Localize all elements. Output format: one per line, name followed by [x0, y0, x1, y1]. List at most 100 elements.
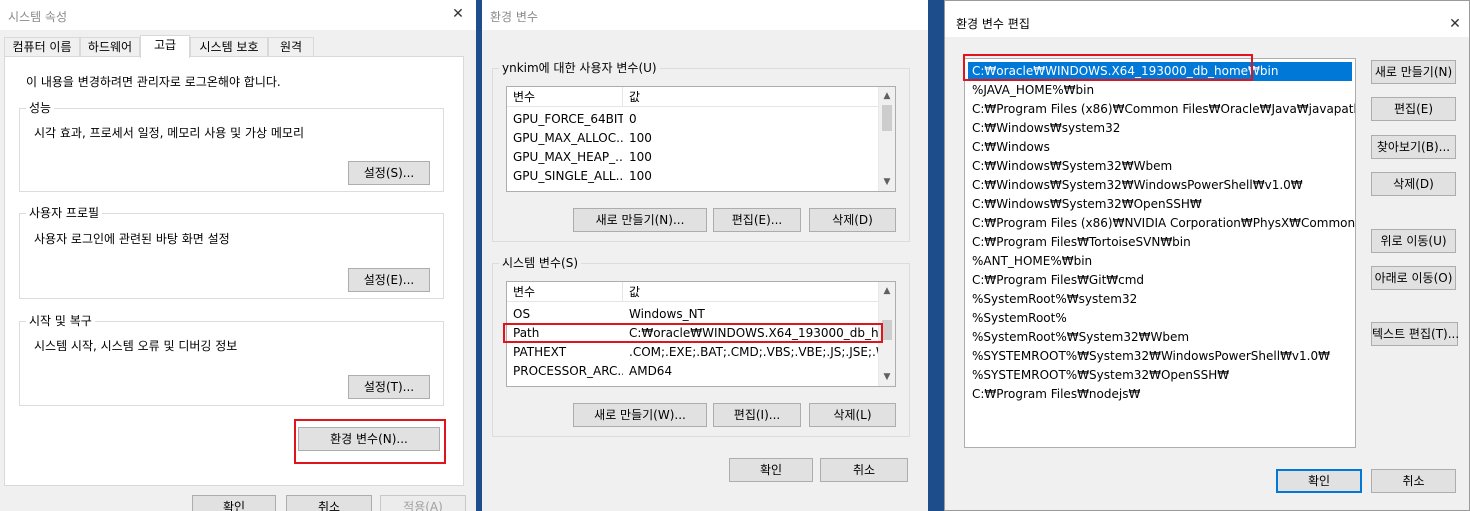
- edit-path-button[interactable]: 편집(E): [1371, 97, 1456, 121]
- list-item[interactable]: C:₩Program Files₩TortoiseSVN₩bin: [968, 233, 1352, 252]
- variable-value: 100: [629, 169, 652, 183]
- tab-hardware[interactable]: 하드웨어: [80, 37, 140, 57]
- system-variables-table: 변수 값 OS Windows_NT Path C:₩oracle₩WINDOW…: [506, 281, 896, 387]
- variable-name: OS: [513, 307, 531, 321]
- system-edit-button[interactable]: 편집(I)...: [713, 403, 801, 427]
- path-list: C:₩oracle₩WINDOWS.X64_193000_db_home₩bin…: [964, 58, 1356, 448]
- performance-desc: 시각 효과, 프로세서 일정, 메모리 사용 및 가상 메모리: [34, 126, 304, 140]
- list-item[interactable]: %SystemRoot%: [968, 309, 1352, 328]
- user-delete-button[interactable]: 삭제(D): [809, 208, 896, 232]
- table-row[interactable]: PATHEXT .COM;.EXE;.BAT;.CMD;.VBS;.VBE;.J…: [507, 343, 879, 362]
- list-item[interactable]: C:₩Windows₩system32: [968, 119, 1352, 138]
- ok-button[interactable]: 확인: [729, 458, 813, 482]
- list-item[interactable]: C:₩Windows₩System32₩OpenSSH₩: [968, 195, 1352, 214]
- window-title: 시스템 속성: [8, 10, 68, 24]
- variable-value: 100: [629, 131, 652, 145]
- list-item[interactable]: C:₩Windows: [968, 138, 1352, 157]
- variable-name: GPU_SINGLE_ALL...: [513, 169, 623, 183]
- list-item[interactable]: %SystemRoot%₩system32: [968, 290, 1352, 309]
- ok-button[interactable]: 확인: [192, 495, 276, 511]
- table-row[interactable]: GPU_FORCE_64BIT... 0: [507, 110, 879, 129]
- scroll-down-icon[interactable]: ▼: [879, 369, 895, 385]
- vertical-scrollbar[interactable]: ▲ ▼: [878, 282, 895, 386]
- list-item[interactable]: C:₩oracle₩WINDOWS.X64_193000_db_home₩bin: [968, 62, 1352, 81]
- vertical-scrollbar[interactable]: ▲ ▼: [878, 87, 895, 191]
- user-profile-settings-button[interactable]: 설정(E)...: [348, 268, 430, 292]
- tab-computer-name[interactable]: 컴퓨터 이름: [4, 37, 80, 57]
- system-variables-label: 시스템 변수(S): [499, 256, 581, 270]
- edit-text-button[interactable]: 텍스트 편집(T)...: [1371, 322, 1459, 346]
- variable-name: GPU_FORCE_64BIT...: [513, 112, 623, 126]
- user-variables-label: ynkim에 대한 사용자 변수(U): [499, 61, 660, 75]
- system-new-button[interactable]: 새로 만들기(W)...: [573, 403, 707, 427]
- window-title: 환경 변수: [490, 10, 538, 24]
- table-header: 변수 값: [507, 87, 879, 107]
- performance-label: 성능: [26, 101, 55, 115]
- table-row[interactable]: GPU_MAX_ALLOC... 100: [507, 129, 879, 148]
- close-icon[interactable]: ✕: [448, 4, 468, 24]
- scroll-thumb[interactable]: [882, 105, 892, 131]
- startup-recovery-desc: 시스템 시작, 시스템 오류 및 디버깅 정보: [34, 339, 238, 353]
- user-variables-table: 변수 값 GPU_FORCE_64BIT... 0 GPU_MAX_ALLOC.…: [506, 86, 896, 192]
- list-item[interactable]: C:₩Program Files (x86)₩Common Files₩Orac…: [968, 100, 1355, 119]
- user-new-button[interactable]: 새로 만들기(N)...: [573, 208, 707, 232]
- variable-name: PROCESSOR_ARC...: [513, 364, 623, 378]
- move-down-button[interactable]: 아래로 이동(O): [1371, 266, 1456, 290]
- title-bar: 시스템 속성 ✕: [0, 0, 476, 30]
- list-item[interactable]: C:₩Program Files₩Git₩cmd: [968, 271, 1352, 290]
- list-item[interactable]: C:₩Program Files (x86)₩NVIDIA Corporatio…: [968, 214, 1355, 233]
- column-header-value[interactable]: 값: [623, 282, 879, 302]
- column-header-variable[interactable]: 변수: [507, 282, 623, 302]
- tab-remote[interactable]: 원격: [268, 37, 314, 57]
- cancel-button[interactable]: 취소: [820, 458, 908, 482]
- table-header: 변수 값: [507, 282, 879, 302]
- list-item[interactable]: %SYSTEMROOT%₩System32₩OpenSSH₩: [968, 366, 1352, 385]
- user-profile-group: 사용자 프로필 사용자 로그인에 관련된 바탕 화면 설정 설정(E)...: [19, 206, 444, 299]
- list-item[interactable]: %SYSTEMROOT%₩System32₩WindowsPowerShell₩…: [968, 347, 1352, 366]
- startup-recovery-label: 시작 및 복구: [26, 314, 95, 328]
- window-title: 환경 변수 편집: [956, 17, 1030, 31]
- new-path-button[interactable]: 새로 만들기(N): [1371, 60, 1456, 84]
- list-item[interactable]: %JAVA_HOME%₩bin: [968, 81, 1352, 100]
- environment-variables-button[interactable]: 환경 변수(N)...: [298, 427, 440, 451]
- variable-name: GPU_MAX_HEAP_...: [513, 150, 623, 164]
- column-header-value[interactable]: 값: [623, 87, 879, 107]
- ok-button[interactable]: 확인: [1276, 469, 1362, 493]
- performance-settings-button[interactable]: 설정(S)...: [348, 161, 430, 185]
- scroll-up-icon[interactable]: ▲: [879, 88, 895, 104]
- admin-note: 이 내용을 변경하려면 관리자로 로그온해야 합니다.: [26, 75, 281, 89]
- scroll-up-icon[interactable]: ▲: [879, 283, 895, 299]
- move-up-button[interactable]: 위로 이동(U): [1371, 229, 1456, 253]
- variable-value: .COM;.EXE;.BAT;.CMD;.VBS;.VBE;.JS;.JSE;.…: [629, 345, 879, 359]
- browse-button[interactable]: 찾아보기(B)...: [1371, 135, 1456, 159]
- close-icon[interactable]: ✕: [1445, 14, 1465, 34]
- cancel-button[interactable]: 취소: [286, 495, 372, 511]
- title-bar: 환경 변수 편집 ✕: [945, 1, 1469, 37]
- column-header-variable[interactable]: 변수: [507, 87, 623, 107]
- scroll-down-icon[interactable]: ▼: [879, 174, 895, 190]
- startup-settings-button[interactable]: 설정(T)...: [348, 375, 430, 399]
- table-row[interactable]: GPU_MAX_HEAP_... 100: [507, 148, 879, 167]
- scroll-thumb[interactable]: [882, 320, 892, 340]
- delete-path-button[interactable]: 삭제(D): [1371, 172, 1456, 196]
- cancel-button[interactable]: 취소: [1371, 469, 1456, 493]
- variable-value: 100: [629, 150, 652, 164]
- variable-value: AMD64: [629, 364, 673, 378]
- table-row[interactable]: OS Windows_NT: [507, 305, 879, 324]
- tab-advanced[interactable]: 고급: [140, 35, 190, 58]
- apply-button[interactable]: 적용(A): [380, 495, 466, 511]
- user-edit-button[interactable]: 편집(E)...: [713, 208, 801, 232]
- table-row-path[interactable]: Path C:₩oracle₩WINDOWS.X64_193000_db_ho.…: [507, 324, 879, 343]
- table-row[interactable]: GPU_SINGLE_ALL... 100: [507, 167, 879, 186]
- list-item[interactable]: %ANT_HOME%₩bin: [968, 252, 1352, 271]
- list-item[interactable]: C:₩Program Files₩nodejs₩: [968, 385, 1352, 404]
- system-delete-button[interactable]: 삭제(L): [809, 403, 896, 427]
- list-item[interactable]: C:₩Windows₩System32₩WindowsPowerShell₩v1…: [968, 176, 1352, 195]
- tab-system-protection[interactable]: 시스템 보호: [190, 37, 268, 57]
- title-bar: 환경 변수: [482, 0, 928, 30]
- list-item[interactable]: C:₩Windows₩System32₩Wbem: [968, 157, 1352, 176]
- table-row[interactable]: PROCESSOR_ARC... AMD64: [507, 362, 879, 381]
- performance-group: 성능 시각 효과, 프로세서 일정, 메모리 사용 및 가상 메모리 설정(S)…: [19, 101, 444, 192]
- list-item[interactable]: %SystemRoot%₩System32₩Wbem: [968, 328, 1352, 347]
- variable-value: 0: [629, 112, 637, 126]
